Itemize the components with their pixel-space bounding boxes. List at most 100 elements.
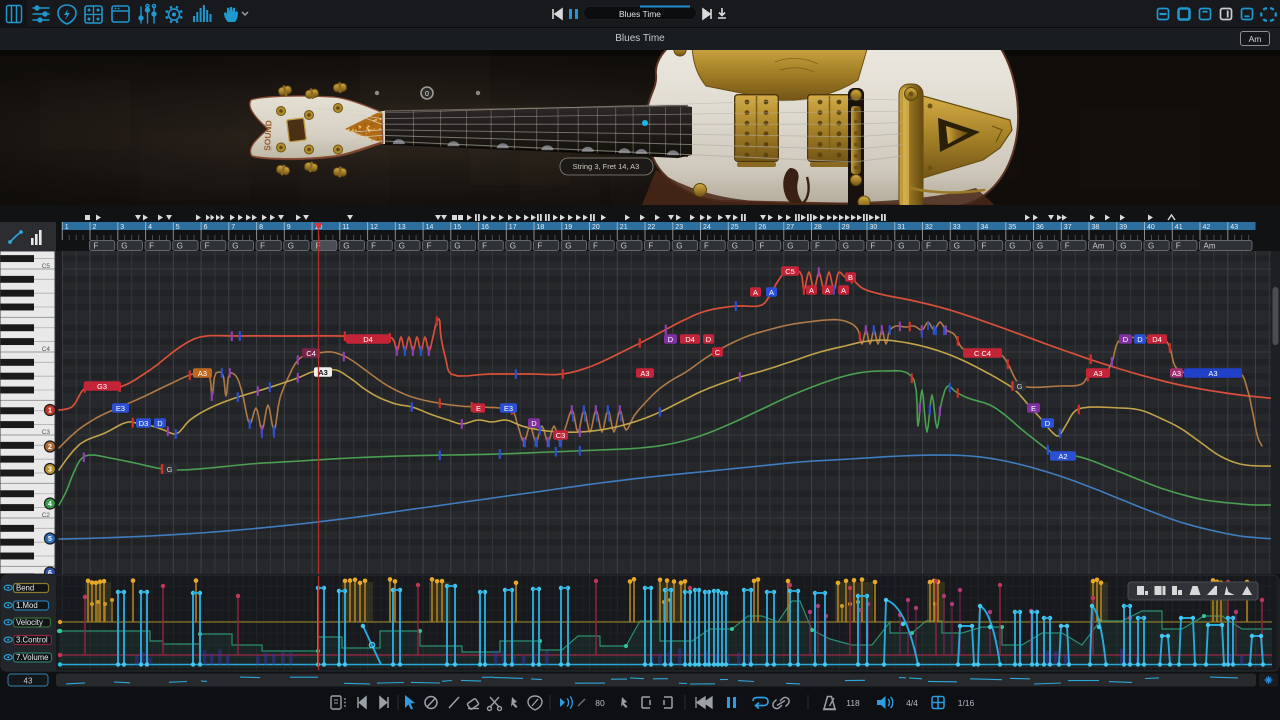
svg-text:C3: C3 [556, 431, 566, 440]
svg-text:5: 5 [48, 536, 52, 543]
svg-text:16: 16 [481, 224, 489, 231]
svg-text:A3: A3 [640, 369, 649, 378]
svg-text:38: 38 [1092, 224, 1100, 231]
svg-text:D4: D4 [363, 335, 373, 344]
svg-text:E3: E3 [116, 404, 125, 413]
svg-text:17: 17 [509, 224, 517, 231]
svg-text:30: 30 [870, 224, 878, 231]
svg-text:31: 31 [897, 224, 905, 231]
svg-text:7: 7 [231, 224, 235, 231]
svg-text:2: 2 [48, 444, 52, 451]
svg-text:24: 24 [703, 224, 711, 231]
svg-text:27: 27 [786, 224, 794, 231]
svg-text:F: F [260, 242, 265, 251]
svg-text:G: G [121, 242, 127, 251]
svg-text:G: G [1148, 242, 1154, 251]
svg-text:8: 8 [259, 224, 263, 231]
svg-text:F: F [649, 242, 654, 251]
svg-text:G: G [787, 242, 793, 251]
svg-text:Velocity: Velocity [16, 618, 43, 627]
svg-text:37: 37 [1064, 224, 1072, 231]
svg-text:C4: C4 [42, 346, 51, 353]
svg-text:43: 43 [1230, 224, 1238, 231]
svg-text:3: 3 [48, 467, 52, 474]
svg-text:4: 4 [148, 224, 152, 231]
svg-text:1: 1 [48, 408, 52, 415]
svg-text:A: A [809, 286, 814, 295]
svg-text:G: G [732, 242, 738, 251]
svg-text:A: A [841, 286, 846, 295]
svg-text:G: G [1037, 242, 1043, 251]
svg-text:D3: D3 [139, 419, 149, 428]
svg-text:7.Volume: 7.Volume [16, 653, 49, 662]
svg-text:40: 40 [1147, 224, 1155, 231]
svg-text:A3: A3 [1172, 369, 1181, 378]
svg-text:80: 80 [595, 698, 605, 708]
svg-text:F: F [926, 242, 931, 251]
svg-text:G: G [1009, 242, 1015, 251]
svg-text:F: F [427, 242, 432, 251]
svg-text:36: 36 [1036, 224, 1044, 231]
svg-text:C4: C4 [306, 349, 316, 358]
svg-text:D4: D4 [685, 335, 695, 344]
svg-text:1: 1 [65, 224, 69, 231]
svg-text:1/16: 1/16 [958, 698, 975, 708]
svg-text:C C4: C C4 [974, 349, 991, 358]
svg-text:G: G [843, 242, 849, 251]
svg-text:32: 32 [925, 224, 933, 231]
svg-text:13: 13 [398, 224, 406, 231]
svg-text:23: 23 [675, 224, 683, 231]
svg-text:29: 29 [842, 224, 850, 231]
svg-text:G: G [1120, 242, 1126, 251]
svg-text:G: G [1017, 382, 1023, 391]
svg-text:28: 28 [814, 224, 822, 231]
svg-text:Bend: Bend [16, 584, 34, 593]
svg-text:G: G [565, 242, 571, 251]
svg-text:A3: A3 [1093, 369, 1102, 378]
svg-text:Am: Am [1204, 242, 1216, 251]
svg-text:12: 12 [370, 224, 378, 231]
svg-text:25: 25 [731, 224, 739, 231]
svg-text:C3: C3 [42, 429, 51, 436]
svg-text:19: 19 [564, 224, 572, 231]
svg-text:F: F [94, 242, 99, 251]
svg-text:3: 3 [120, 224, 124, 231]
svg-text:F: F [1176, 242, 1181, 251]
svg-text:G: G [621, 242, 627, 251]
svg-text:G: G [510, 242, 516, 251]
svg-text:41: 41 [1175, 224, 1183, 231]
svg-text:G: G [454, 242, 460, 251]
svg-text:D: D [1045, 419, 1051, 428]
svg-text:F: F [760, 242, 765, 251]
svg-text:14: 14 [426, 224, 434, 231]
svg-text:11: 11 [342, 224, 349, 231]
svg-text:E3: E3 [504, 404, 513, 413]
svg-text:F: F [871, 242, 876, 251]
svg-text:39: 39 [1119, 224, 1127, 231]
svg-text:43: 43 [24, 677, 33, 686]
svg-text:118: 118 [846, 698, 860, 708]
svg-text:G3: G3 [97, 382, 107, 391]
svg-text:26: 26 [759, 224, 767, 231]
svg-text:34: 34 [981, 224, 989, 231]
svg-text:G: G [898, 242, 904, 251]
svg-text:G: G [232, 242, 238, 251]
svg-text:C: C [715, 348, 721, 357]
svg-text:Am: Am [1093, 242, 1105, 251]
svg-text:String 3, Fret 14, A3: String 3, Fret 14, A3 [573, 162, 640, 171]
svg-text:G: G [177, 242, 183, 251]
svg-text:20: 20 [592, 224, 600, 231]
svg-text:G: G [676, 242, 682, 251]
svg-text:18: 18 [537, 224, 545, 231]
svg-text:A2: A2 [1058, 452, 1067, 461]
svg-text:C5: C5 [785, 267, 795, 276]
svg-text:A3: A3 [318, 368, 328, 377]
svg-text:15: 15 [453, 224, 461, 231]
svg-text:A3: A3 [1208, 369, 1217, 378]
svg-text:4/4: 4/4 [906, 698, 918, 708]
svg-text:S̲OUND: S̲OUND [262, 120, 274, 151]
svg-text:F: F [205, 242, 210, 251]
svg-text:D: D [1137, 335, 1143, 344]
svg-text:33: 33 [953, 224, 961, 231]
svg-text:D: D [706, 335, 712, 344]
